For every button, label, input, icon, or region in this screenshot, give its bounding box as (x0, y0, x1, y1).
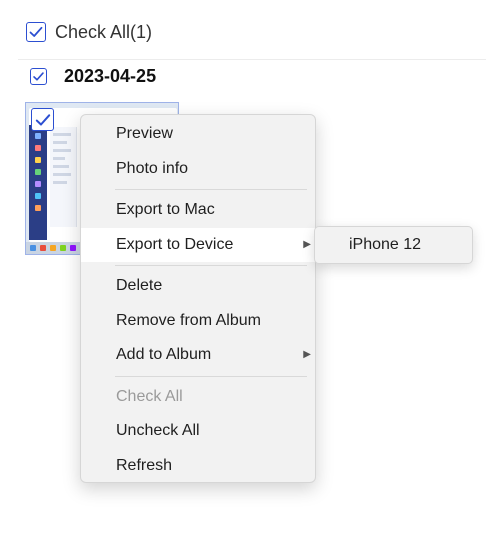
menu-item-label: Uncheck All (116, 422, 200, 439)
menu-item-label: Delete (116, 277, 163, 294)
menu-item-photo-info[interactable]: Photo info (81, 152, 315, 187)
menu-item-export-to-device[interactable]: Export to Device ▶ (81, 227, 315, 262)
submenu-arrow-icon: ▶ (303, 238, 311, 250)
menu-item-label: Remove from Album (116, 311, 261, 329)
menu-item-uncheck-all[interactable]: Uncheck All (81, 414, 315, 449)
menu-item-refresh[interactable]: Refresh (81, 449, 315, 484)
menu-item-add-to-album[interactable]: Add to Album ▶ (81, 338, 315, 373)
date-group-label: 2023-04-25 (64, 65, 157, 86)
checkmark-icon (33, 71, 44, 81)
check-all-label: Check All(1) (55, 21, 153, 42)
checkmark-icon (35, 113, 50, 126)
menu-item-label: Add to Album (116, 346, 212, 363)
submenu-arrow-icon: ▶ (303, 349, 311, 360)
menu-item-preview[interactable]: Preview (81, 117, 315, 152)
submenu-item-device[interactable]: iPhone 12 (315, 227, 472, 263)
device-name: iPhone 12 (349, 236, 422, 253)
menu-item-label: Photo info (116, 159, 189, 177)
menu-item-label: Check All (116, 387, 183, 405)
menu-item-export-to-mac[interactable]: Export to Mac (81, 193, 315, 228)
check-all-row[interactable]: Check All(1) (26, 19, 152, 45)
checkmark-icon (29, 26, 43, 37)
menu-item-remove-from-album[interactable]: Remove from Album (81, 304, 315, 339)
menu-item-label: Export to Device (116, 235, 234, 253)
menu-item-delete[interactable]: Delete (81, 269, 315, 304)
menu-separator (115, 375, 307, 377)
menu-item-label: Export to Mac (116, 201, 215, 218)
date-group-checkbox[interactable] (30, 67, 47, 85)
context-menu: Preview Photo info Export to Mac Export … (80, 114, 316, 483)
menu-item-check-all: Check All (81, 380, 315, 415)
photo-select-checkbox[interactable] (31, 108, 54, 131)
menu-item-label: Refresh (116, 456, 173, 474)
check-all-checkbox[interactable] (26, 22, 46, 42)
menu-separator (115, 265, 307, 266)
date-group-header[interactable]: 2023-04-25 (30, 66, 156, 86)
divider (18, 59, 486, 60)
menu-item-label: Preview (116, 125, 173, 142)
export-device-submenu: iPhone 12 (314, 226, 473, 264)
menu-separator (115, 189, 307, 190)
